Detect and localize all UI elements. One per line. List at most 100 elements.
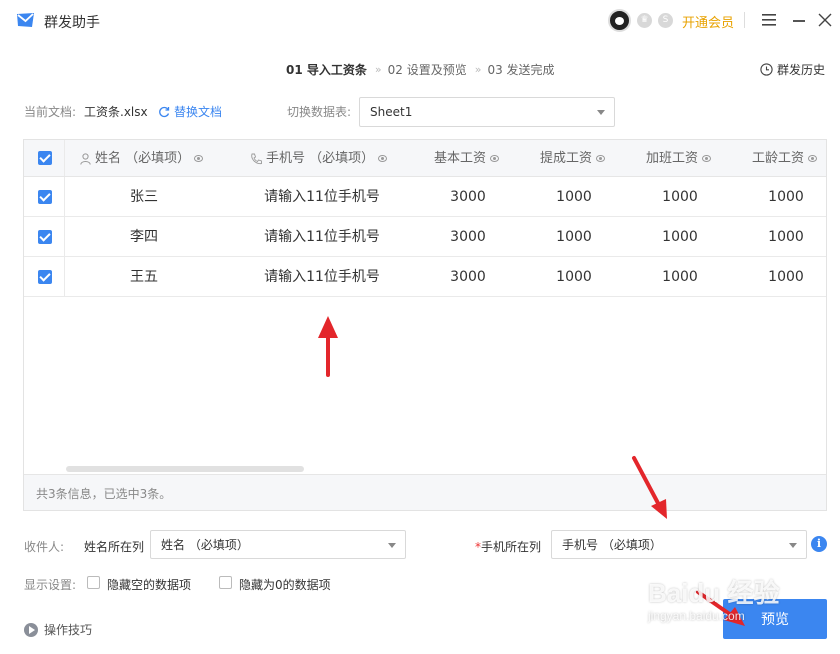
watermark-brand: Baidu 经验 [648, 578, 780, 608]
mail-logo-icon [17, 13, 34, 27]
select-all-checkbox[interactable] [38, 151, 52, 165]
replace-doc-button[interactable]: 替换文档 [158, 103, 222, 120]
table-row[interactable]: 李四 请输入11位手机号 3000 1000 1000 1000 [24, 217, 826, 257]
tips-label: 操作技巧 [44, 623, 93, 637]
cell-base-salary[interactable]: 3000 [422, 177, 514, 217]
display-settings-label: 显示设置: [24, 578, 77, 592]
watermark-url: jingyan.baidu.com [648, 609, 745, 623]
cell-commission[interactable]: 1000 [528, 217, 620, 257]
hide-empty-checkbox[interactable] [87, 576, 100, 589]
replace-doc-label: 替换文档 [174, 105, 223, 119]
cell-seniority[interactable]: 1000 [740, 177, 826, 217]
eye-icon[interactable] [702, 155, 712, 162]
hide-empty-label[interactable]: 隐藏空的数据项 [107, 576, 191, 593]
cell-phone[interactable]: 请输入11位手机号 [222, 177, 422, 217]
phone-column-label: *手机所在列 [475, 538, 541, 555]
current-doc-label: 当前文档: [24, 105, 77, 119]
data-table: 姓名 （必填项） 手机号 （必填项） 基本工资 提成工资 加班工资 工龄工资 张… [23, 139, 827, 511]
baidu-watermark: Baidu 经验 jingyan.baidu.com [648, 565, 808, 635]
name-column-label: 姓名所在列 [84, 540, 145, 554]
eye-icon[interactable] [596, 155, 606, 162]
column-header-base-salary[interactable]: 基本工资 [434, 140, 500, 177]
column-header-name[interactable]: 姓名 （必填项） [80, 140, 204, 177]
cell-overtime[interactable]: 1000 [634, 177, 726, 217]
eye-icon[interactable] [194, 155, 204, 162]
cell-seniority[interactable]: 1000 [740, 217, 826, 257]
step-import: 01 导入工资条 [286, 63, 367, 77]
step-done: 03 发送完成 [487, 63, 555, 77]
column-header-label: 加班工资 [646, 151, 699, 166]
column-header-commission[interactable]: 提成工资 [540, 140, 606, 177]
step-chevron-icon: » [474, 63, 482, 76]
table-footer: 共3条信息，已选中3条。 [24, 474, 826, 510]
phone-column-select[interactable]: 手机号 （必填项） [551, 530, 807, 559]
step-indicator: 01 导入工资条 » 02 设置及预览 » 03 发送完成 [286, 61, 555, 78]
history-button[interactable]: 群发历史 [760, 61, 825, 78]
play-icon [24, 622, 38, 637]
column-header-phone[interactable]: 手机号 （必填项） [250, 140, 388, 177]
horizontal-scrollbar[interactable] [66, 466, 304, 472]
menu-icon[interactable] [762, 14, 776, 26]
s-badge-icon[interactable]: S [658, 13, 673, 28]
step-chevron-icon: » [374, 63, 382, 76]
switch-sheet-label: 切换数据表: [287, 105, 352, 119]
chevron-down-icon [789, 542, 797, 548]
cell-seniority[interactable]: 1000 [740, 257, 826, 297]
hide-zero-label[interactable]: 隐藏为0的数据项 [239, 576, 331, 593]
minimize-icon[interactable] [793, 20, 805, 22]
column-header-label: 姓名 （必填项） [95, 151, 191, 166]
titlebar-divider [744, 12, 745, 28]
eye-icon[interactable] [378, 155, 388, 162]
cell-commission[interactable]: 1000 [528, 177, 620, 217]
avatar[interactable] [608, 9, 631, 32]
phone-icon [251, 153, 262, 164]
cell-phone[interactable]: 请输入11位手机号 [222, 257, 422, 297]
open-vip-link[interactable]: 开通会员 [682, 12, 734, 31]
app-title: 群发助手 [44, 15, 100, 31]
cell-overtime[interactable]: 1000 [634, 217, 726, 257]
sheet-select-value: Sheet1 [370, 105, 413, 119]
history-label: 群发历史 [777, 63, 826, 77]
vip-badge-icon[interactable]: ♛ [637, 13, 652, 28]
name-column-value: 姓名 （必填项） [161, 538, 249, 552]
row-checkbox-cell [24, 257, 65, 296]
user-icon [80, 152, 91, 165]
table-row[interactable]: 张三 请输入11位手机号 3000 1000 1000 1000 [24, 177, 826, 217]
cell-name[interactable]: 李四 [66, 217, 222, 257]
step-settings: 02 设置及预览 [387, 63, 467, 77]
eye-icon[interactable] [490, 155, 500, 162]
cell-overtime[interactable]: 1000 [634, 257, 726, 297]
column-header-overtime[interactable]: 加班工资 [646, 140, 712, 177]
cell-phone[interactable]: 请输入11位手机号 [222, 217, 422, 257]
cell-name[interactable]: 王五 [66, 257, 222, 297]
current-doc-name: 工资条.xlsx [84, 105, 148, 119]
cell-commission[interactable]: 1000 [528, 257, 620, 297]
row-checkbox[interactable] [38, 230, 52, 244]
title-bar: 群发助手 ♛ S 开通会员 [0, 0, 840, 42]
table-row[interactable]: 王五 请输入11位手机号 3000 1000 1000 1000 [24, 257, 826, 297]
row-checkbox-cell [24, 177, 65, 216]
row-checkbox[interactable] [38, 270, 52, 284]
sheet-select[interactable]: Sheet1 [359, 97, 615, 127]
eye-icon[interactable] [808, 155, 818, 162]
info-icon[interactable]: i [811, 536, 827, 552]
hide-zero-checkbox[interactable] [219, 576, 232, 589]
close-icon[interactable] [818, 13, 832, 27]
table-header: 姓名 （必填项） 手机号 （必填项） 基本工资 提成工资 加班工资 工龄工资 [24, 140, 826, 177]
cell-base-salary[interactable]: 3000 [422, 217, 514, 257]
name-column-select[interactable]: 姓名 （必填项） [150, 530, 406, 559]
phone-column-value: 手机号 （必填项） [562, 538, 662, 552]
cell-base-salary[interactable]: 3000 [422, 257, 514, 297]
row-checkbox-cell [24, 217, 65, 256]
tips-link[interactable]: 操作技巧 [24, 621, 92, 638]
chevron-down-icon [388, 542, 396, 548]
phone-column-label-text: 手机所在列 [481, 540, 542, 554]
column-header-label: 手机号 （必填项） [266, 151, 375, 166]
column-header-label: 工龄工资 [752, 151, 805, 166]
clock-icon [760, 63, 773, 76]
header-checkbox-cell [24, 140, 65, 176]
cell-name[interactable]: 张三 [66, 177, 222, 217]
column-header-label: 提成工资 [540, 151, 593, 166]
column-header-seniority[interactable]: 工龄工资 [752, 140, 818, 177]
row-checkbox[interactable] [38, 190, 52, 204]
